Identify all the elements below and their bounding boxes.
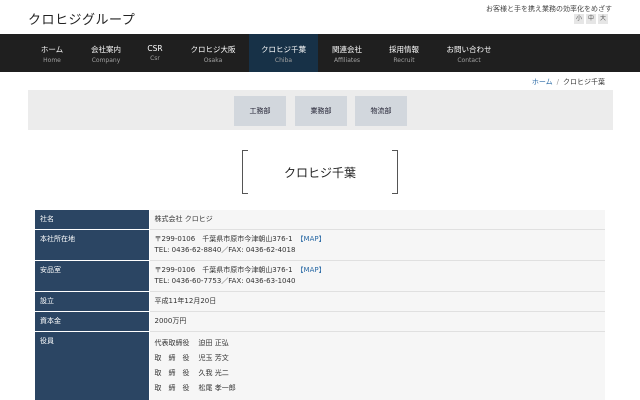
table-row: 設立 平成11年12月20日 bbox=[35, 291, 605, 312]
officer-entry: 取 締 役児玉 芳文 bbox=[155, 351, 601, 366]
breadcrumb-home-link[interactable]: ホーム bbox=[532, 78, 553, 86]
hq-tel-fax: TEL: 0436-62-8840／FAX: 0436-62-4018 bbox=[154, 246, 296, 254]
nav-sublabel: Affiliates bbox=[333, 57, 361, 64]
annex-tel-fax: TEL: 0436-60-7753／FAX: 0436-63-1040 bbox=[154, 277, 296, 285]
breadcrumb-current: クロヒジ千葉 bbox=[563, 78, 605, 86]
site-logo[interactable]: クロヒジグループ bbox=[28, 9, 135, 28]
officer-role: 取 締 役 bbox=[154, 369, 190, 377]
officer-role: 代表取締役 bbox=[154, 339, 190, 347]
breadcrumb: ホーム / クロヒジ千葉 bbox=[532, 77, 605, 87]
row-value: 平成11年12月20日 bbox=[148, 291, 605, 312]
officer-role: 取 締 役 bbox=[154, 384, 190, 392]
nav-label: ホーム bbox=[40, 45, 64, 54]
font-size-large-button[interactable]: 大 bbox=[598, 14, 608, 24]
dept-button-logistics[interactable]: 物流部 bbox=[355, 96, 407, 126]
capital-amount: 2000万円 bbox=[154, 317, 187, 325]
breadcrumb-separator: / bbox=[556, 78, 559, 86]
nav-label: クロヒジ千葉 bbox=[261, 45, 306, 54]
nav-item-chiba[interactable]: クロヒジ千葉 Chiba bbox=[249, 34, 318, 72]
nav-label: 採用情報 bbox=[389, 45, 419, 54]
hq-map-link[interactable]: 【MAP】 bbox=[297, 235, 326, 243]
annex-address: 〒299-0106 千葉県市原市今津朝山376-1 bbox=[154, 266, 293, 274]
row-value: 〒299-0106 千葉県市原市今津朝山376-1 【MAP】 TEL: 0436… bbox=[148, 229, 605, 261]
hq-address-line: 〒299-0106 千葉県市原市今津朝山376-1 【MAP】 bbox=[155, 234, 601, 245]
nav-sublabel: Recruit bbox=[393, 57, 415, 64]
dept-button-engineering[interactable]: 工務部 bbox=[234, 96, 286, 126]
officer-entry: 代表取締役 迫田 正弘 bbox=[155, 336, 601, 351]
officer-role: 取 締 役 bbox=[154, 354, 190, 362]
tagline: お客様と手を携え業務の効率化をめざす bbox=[486, 5, 612, 13]
nav-sublabel: Contact bbox=[457, 57, 481, 64]
row-label: 本社所在地 bbox=[35, 229, 149, 261]
nav-item-home[interactable]: ホーム Home bbox=[22, 34, 82, 72]
row-value: 2000万円 bbox=[148, 311, 605, 332]
officer-name: 久我 光二 bbox=[198, 369, 229, 377]
row-label: 役員 bbox=[35, 331, 149, 400]
company-name: 株式会社 クロヒジ bbox=[154, 215, 213, 223]
row-label: 社名 bbox=[35, 210, 149, 230]
nav-sublabel: Company bbox=[91, 57, 121, 64]
hq-address: 〒299-0106 千葉県市原市今津朝山376-1 bbox=[154, 235, 293, 243]
table-row: 本社所在地 〒299-0106 千葉県市原市今津朝山376-1 【MAP】 TEL… bbox=[35, 229, 605, 261]
officer-name: 松尾 孝一郎 bbox=[198, 384, 236, 392]
font-size-small-button[interactable]: 小 bbox=[574, 14, 584, 24]
department-subnav: 工務部 業務部 物流部 bbox=[28, 90, 613, 130]
founded-date: 平成11年12月20日 bbox=[154, 297, 217, 305]
row-label: 資本金 bbox=[35, 311, 149, 332]
global-nav: ホーム Home 会社案内 Company CSR Csr クロヒジ大阪 Osa… bbox=[0, 34, 640, 72]
officer-entry: 取 締 役久我 光二 bbox=[155, 366, 601, 381]
nav-item-recruit[interactable]: 採用情報 Recruit bbox=[375, 34, 433, 72]
nav-item-contact[interactable]: お問い合わせ Contact bbox=[436, 34, 502, 72]
officer-name: 迫田 正弘 bbox=[198, 339, 229, 347]
nav-item-csr[interactable]: CSR Csr bbox=[133, 34, 177, 72]
table-row: 資本金 2000万円 bbox=[35, 311, 605, 332]
annex-map-link[interactable]: 【MAP】 bbox=[297, 266, 326, 274]
nav-sublabel: Csr bbox=[150, 55, 160, 62]
table-row: 役員 代表取締役 迫田 正弘 取 締 役児玉 芳文 取 締 役久我 光二 取 締 … bbox=[35, 331, 605, 400]
row-label: 設立 bbox=[35, 291, 149, 312]
page-title-frame: クロヒジ千葉 bbox=[242, 150, 398, 194]
row-value: 〒299-0106 千葉県市原市今津朝山376-1 【MAP】 TEL: 0436… bbox=[148, 260, 605, 292]
nav-label: CSR bbox=[147, 44, 163, 53]
nav-item-osaka[interactable]: クロヒジ大阪 Osaka bbox=[182, 34, 244, 72]
row-value: 株式会社 クロヒジ bbox=[148, 210, 605, 230]
site-header: クロヒジグループ お客様と手を携え業務の効率化をめざす 小 中 大 bbox=[0, 0, 640, 34]
page-title: クロヒジ千葉 bbox=[283, 166, 356, 180]
nav-item-affiliates[interactable]: 関連会社 Affiliates bbox=[318, 34, 376, 72]
nav-sublabel: Chiba bbox=[274, 57, 293, 64]
table-row: 安品室 〒299-0106 千葉県市原市今津朝山376-1 【MAP】 TEL: … bbox=[35, 260, 605, 292]
company-info-table: 社名 株式会社 クロヒジ 本社所在地 〒299-0106 千葉県市原市今津朝山3… bbox=[35, 210, 605, 400]
row-value: 代表取締役 迫田 正弘 取 締 役児玉 芳文 取 締 役久我 光二 取 締 役松尾… bbox=[148, 331, 605, 400]
officer-name: 児玉 芳文 bbox=[198, 354, 229, 362]
nav-label: 関連会社 bbox=[332, 45, 362, 54]
annex-address-line: 〒299-0106 千葉県市原市今津朝山376-1 【MAP】 bbox=[155, 265, 601, 276]
nav-label: 会社案内 bbox=[91, 45, 121, 54]
nav-sublabel: Osaka bbox=[203, 57, 223, 64]
officer-entry: 取 締 役松尾 孝一郎 bbox=[155, 381, 601, 396]
nav-sublabel: Home bbox=[43, 57, 61, 64]
table-row: 社名 株式会社 クロヒジ bbox=[35, 210, 605, 230]
nav-item-company[interactable]: 会社案内 Company bbox=[76, 34, 136, 72]
nav-label: お問い合わせ bbox=[446, 45, 492, 54]
dept-button-operations[interactable]: 業務部 bbox=[295, 96, 347, 126]
row-label: 安品室 bbox=[35, 260, 149, 292]
font-size-switcher: 小 中 大 bbox=[574, 14, 608, 24]
nav-label: クロヒジ大阪 bbox=[190, 45, 236, 54]
font-size-medium-button[interactable]: 中 bbox=[586, 14, 596, 24]
